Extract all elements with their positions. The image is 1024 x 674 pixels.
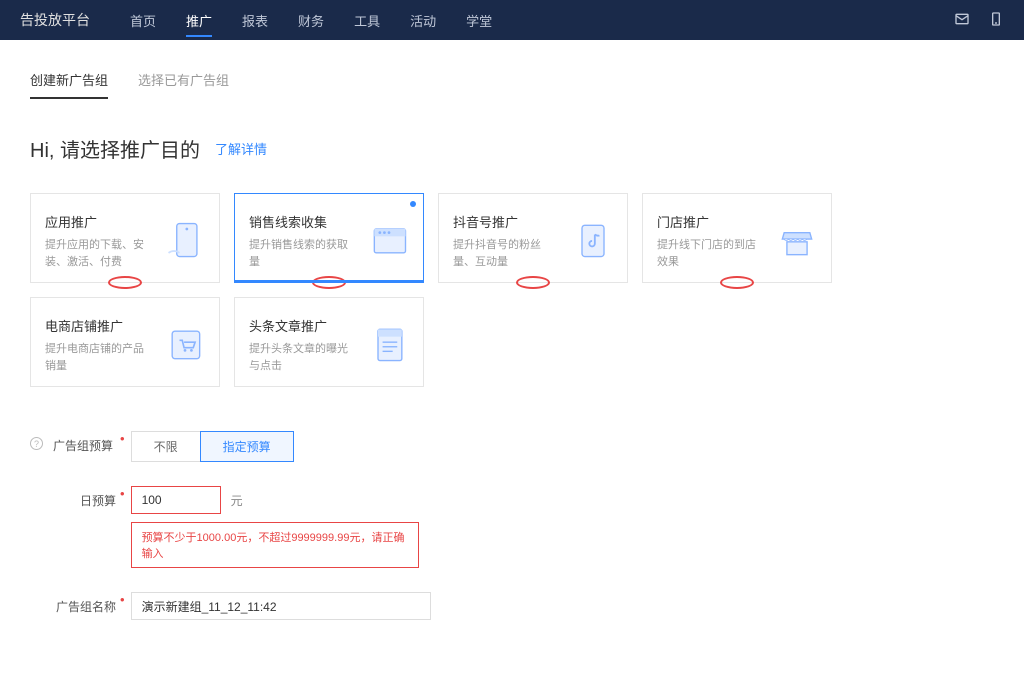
nav-school[interactable]: 学堂 (466, 1, 492, 40)
mail-icon[interactable] (954, 11, 970, 30)
nav-activity[interactable]: 活动 (410, 1, 436, 40)
doc-icon (365, 320, 413, 368)
daily-budget-label: 日预算 (30, 486, 120, 509)
budget-pill-group: 不限 指定预算 (131, 431, 294, 462)
phone-icon (161, 216, 209, 264)
nav-promote[interactable]: 推广 (186, 1, 212, 40)
card-title: 门店推广 (657, 212, 765, 231)
annotation-ellipse (312, 276, 346, 289)
card-app-promote[interactable]: 应用推广 提升应用的下载、安装、激活、付费 (30, 193, 220, 283)
platform-name: 告投放平台 (20, 10, 90, 30)
group-name-input[interactable] (131, 592, 431, 620)
card-title: 抖音号推广 (453, 212, 561, 231)
learn-more-link[interactable]: 了解详情 (215, 139, 267, 158)
card-title: 头条文章推广 (249, 316, 357, 335)
currency-unit: 元 (231, 492, 243, 509)
budget-specified[interactable]: 指定预算 (200, 431, 294, 462)
card-title: 应用推广 (45, 212, 153, 231)
music-icon (569, 216, 617, 264)
annotation-ellipse (720, 276, 754, 289)
tab-create-new[interactable]: 创建新广告组 (30, 70, 108, 99)
nav-right (954, 11, 1004, 30)
form-section: ? 广告组预算 • 不限 指定预算 日预算 • 元 预算不少 (30, 401, 994, 620)
card-store-promote[interactable]: 门店推广 提升线下门店的到店效果 (642, 193, 832, 283)
tab-select-existing[interactable]: 选择已有广告组 (138, 70, 229, 99)
store-icon (773, 216, 821, 264)
card-title: 电商店铺推广 (45, 316, 153, 335)
nav-tools[interactable]: 工具 (354, 1, 380, 40)
nav-finance[interactable]: 财务 (298, 1, 324, 40)
required-dot: • (120, 431, 125, 446)
annotation-ellipse (108, 276, 142, 289)
card-sales-leads[interactable]: 销售线索收集 提升销售线索的获取量 (234, 193, 424, 283)
card-desc: 提升头条文章的曝光与点击 (249, 341, 357, 374)
budget-unlimited[interactable]: 不限 (132, 432, 201, 461)
heading-row: Hi, 请选择推广目的 了解详情 (30, 134, 994, 163)
card-desc: 提升电商店铺的产品销量 (45, 341, 153, 374)
page-heading: Hi, 请选择推广目的 (30, 134, 200, 163)
card-desc: 提升线下门店的到店效果 (657, 237, 765, 270)
required-dot: • (120, 592, 125, 607)
top-nav: 告投放平台 首页 推广 报表 财务 工具 活动 学堂 (0, 0, 1024, 40)
group-name-label: 广告组名称 (30, 592, 120, 615)
nav-report[interactable]: 报表 (242, 1, 268, 40)
selected-dot-icon (410, 201, 416, 207)
window-icon (365, 216, 413, 264)
card-desc: 提升销售线索的获取量 (249, 237, 357, 270)
budget-error-message: 预算不少于1000.00元，不超过9999999.99元，请正确输入 (131, 522, 419, 568)
nav-items: 首页 推广 报表 财务 工具 活动 学堂 (130, 1, 954, 40)
budget-row: ? 广告组预算 • 不限 指定预算 (30, 431, 994, 462)
card-desc: 提升抖音号的粉丝量、互动量 (453, 237, 561, 270)
card-desc: 提升应用的下载、安装、激活、付费 (45, 237, 153, 270)
help-icon[interactable]: ? (30, 437, 43, 450)
required-dot: • (120, 486, 125, 501)
content: 创建新广告组 选择已有广告组 Hi, 请选择推广目的 了解详情 应用推广 提升应… (0, 40, 1024, 674)
mobile-icon[interactable] (988, 11, 1004, 30)
card-title: 销售线索收集 (249, 212, 357, 231)
card-ecommerce-promote[interactable]: 电商店铺推广 提升电商店铺的产品销量 (30, 297, 220, 387)
daily-budget-input[interactable] (131, 486, 221, 514)
nav-home[interactable]: 首页 (130, 1, 156, 40)
daily-budget-row: 日预算 • 元 预算不少于1000.00元，不超过9999999.99元，请正确… (30, 486, 994, 568)
annotation-ellipse (516, 276, 550, 289)
cards-row-1: 应用推广 提升应用的下载、安装、激活、付费 销售线索收集 提升销售线索的获取量 … (30, 193, 1024, 387)
page-tabs: 创建新广告组 选择已有广告组 (30, 70, 994, 99)
cart-icon (161, 320, 209, 368)
budget-label: ? 广告组预算 (30, 431, 120, 454)
group-name-row: 广告组名称 • (30, 592, 994, 620)
card-toutiao-article[interactable]: 头条文章推广 提升头条文章的曝光与点击 (234, 297, 424, 387)
card-douyin-promote[interactable]: 抖音号推广 提升抖音号的粉丝量、互动量 (438, 193, 628, 283)
